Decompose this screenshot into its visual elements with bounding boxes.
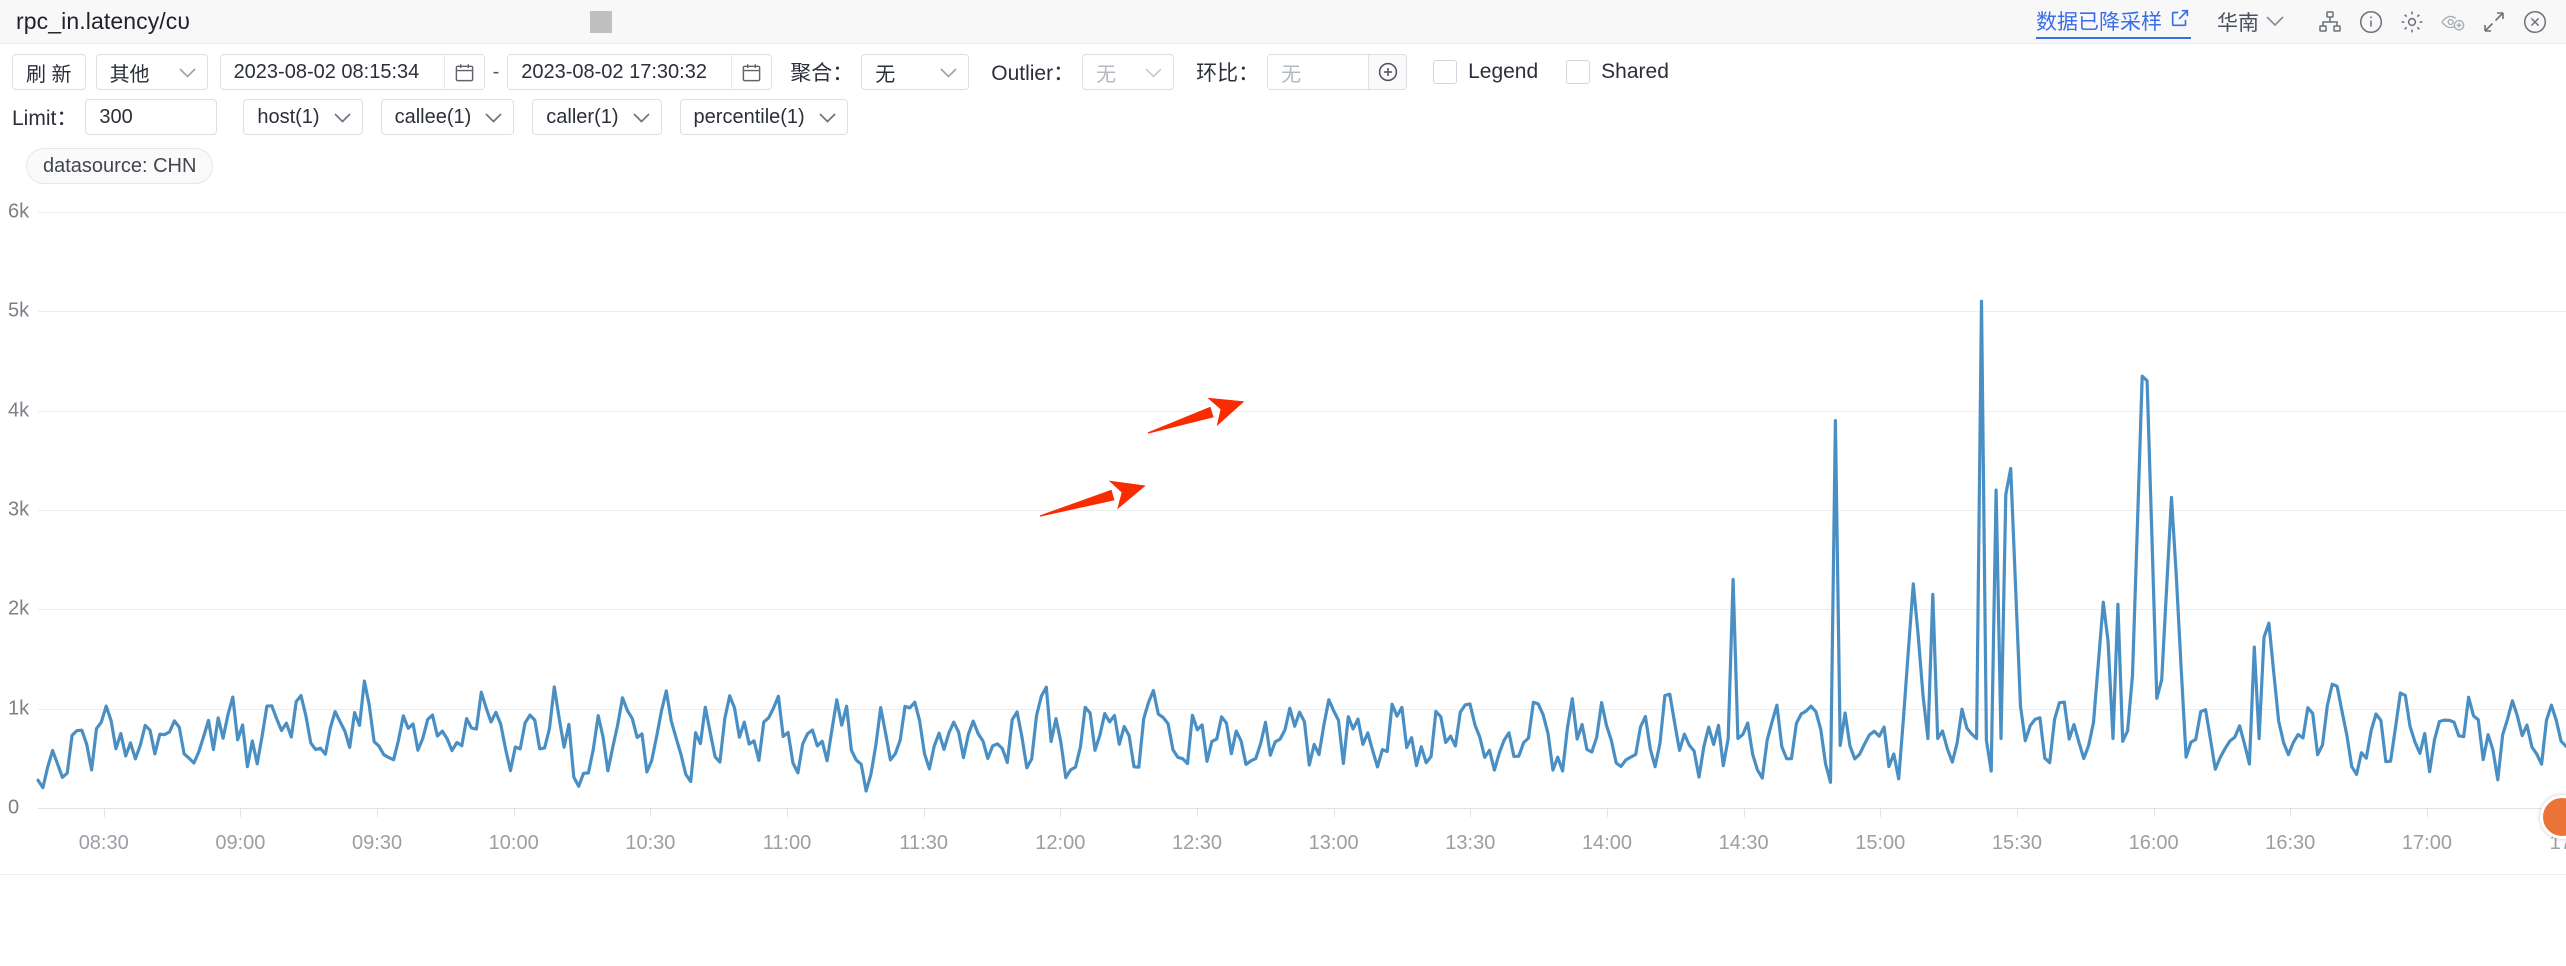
latency-chart[interactable]: 0 1k 2k 3k 4k 5k 6k 08:30 09:00 09:30 10:00 10:30 11… bbox=[0, 190, 2566, 890]
interval-value: 其他 bbox=[109, 63, 150, 86]
chevron-down-icon bbox=[485, 106, 502, 129]
filter-percentile-select[interactable]: percentile(1) bbox=[679, 99, 848, 135]
query-toolbar: 刷 新 其他 2023-08-02 08:15:34 - 2023-08-02 … bbox=[0, 44, 2566, 184]
limit-label: Limit： bbox=[12, 107, 78, 130]
outlier-select[interactable]: 无 bbox=[1082, 54, 1175, 90]
chevron-down-icon bbox=[2266, 15, 2284, 30]
filter-host-label: host(1) bbox=[257, 105, 320, 128]
filter-caller-label: caller(1) bbox=[546, 105, 619, 128]
aggregate-select[interactable]: 无 bbox=[861, 54, 970, 90]
datasource-tag[interactable]: datasource: CHN bbox=[26, 148, 214, 184]
annotation-arrow-icon bbox=[1039, 480, 1146, 517]
chevron-down-icon bbox=[178, 61, 196, 84]
start-time-input[interactable]: 2023-08-02 08:15:34 bbox=[219, 54, 485, 90]
aggregate-value: 无 bbox=[875, 63, 896, 86]
eye-plus-icon[interactable] bbox=[2436, 5, 2470, 39]
end-time-value: 2023-08-02 17:30:32 bbox=[521, 60, 707, 83]
outlier-value: 无 bbox=[1096, 63, 1117, 86]
filter-host-select[interactable]: host(1) bbox=[243, 99, 363, 135]
chart-annotations bbox=[1039, 397, 1245, 517]
time-range-separator: - bbox=[492, 60, 500, 83]
region-selector[interactable]: 华南 bbox=[2217, 7, 2284, 37]
window-header: rpc_in.latency/cᴜ 数据已降采样 华南 bbox=[0, 0, 2566, 44]
legend-checkbox-box[interactable] bbox=[1433, 60, 1458, 84]
refresh-button[interactable]: 刷 新 bbox=[12, 54, 86, 90]
shared-checkbox-box[interactable] bbox=[1566, 60, 1591, 84]
filter-callee-select[interactable]: callee(1) bbox=[380, 99, 515, 135]
chevron-down-icon bbox=[333, 106, 351, 129]
chevron-down-icon bbox=[1145, 61, 1162, 84]
chevron-down-icon bbox=[632, 106, 650, 129]
downsample-label: 数据已降采样 bbox=[2036, 10, 2162, 34]
ratio-label: 环比： bbox=[1196, 62, 1260, 85]
end-time-input[interactable]: 2023-08-02 17:30:32 bbox=[507, 54, 773, 90]
chevron-down-icon bbox=[940, 61, 957, 84]
gear-icon[interactable] bbox=[2395, 5, 2429, 39]
chevron-down-icon bbox=[819, 106, 836, 129]
sitemap-icon[interactable] bbox=[2313, 5, 2347, 39]
aggregate-label: 聚合： bbox=[790, 62, 854, 85]
limit-input[interactable]: 300 bbox=[85, 99, 218, 135]
start-time-value: 2023-08-02 08:15:34 bbox=[233, 60, 420, 83]
region-label: 华南 bbox=[2217, 12, 2259, 35]
legend-label: Legend bbox=[1468, 60, 1539, 83]
datasource-tag-row: datasource: CHN bbox=[12, 144, 2566, 184]
toolbar-row-1: 刷 新 其他 2023-08-02 08:15:34 - 2023-08-02 … bbox=[12, 54, 2566, 90]
plus-circle-icon[interactable] bbox=[1369, 54, 1408, 90]
ratio-input[interactable]: 无 bbox=[1267, 54, 1370, 90]
external-link-icon bbox=[2169, 7, 2191, 35]
filter-caller-select[interactable]: caller(1) bbox=[532, 99, 662, 135]
header-actions: 数据已降采样 华南 bbox=[2036, 0, 2552, 44]
shared-label: Shared bbox=[1601, 60, 1669, 83]
interval-select[interactable]: 其他 bbox=[95, 54, 208, 90]
expand-icon[interactable] bbox=[2477, 5, 2511, 39]
filter-callee-label: callee(1) bbox=[394, 105, 472, 128]
annotation-arrow-icon bbox=[1147, 397, 1245, 434]
toolbar-row-2: Limit： 300 host(1) callee(1) caller(1) p… bbox=[12, 99, 2566, 135]
shared-checkbox[interactable]: Shared bbox=[1566, 60, 1669, 84]
calendar-icon[interactable] bbox=[443, 55, 484, 89]
filter-percentile-label: percentile(1) bbox=[693, 105, 805, 128]
page-title: rpc_in.latency/cᴜ bbox=[16, 8, 191, 34]
downsample-notice[interactable]: 数据已降采样 bbox=[2036, 6, 2191, 39]
legend-checkbox[interactable]: Legend bbox=[1433, 60, 1538, 84]
close-icon[interactable] bbox=[2518, 5, 2552, 39]
calendar-icon[interactable] bbox=[731, 55, 771, 89]
outlier-label: Outlier： bbox=[991, 62, 1075, 85]
info-icon[interactable] bbox=[2354, 5, 2388, 39]
header-placeholder-square bbox=[590, 11, 612, 33]
